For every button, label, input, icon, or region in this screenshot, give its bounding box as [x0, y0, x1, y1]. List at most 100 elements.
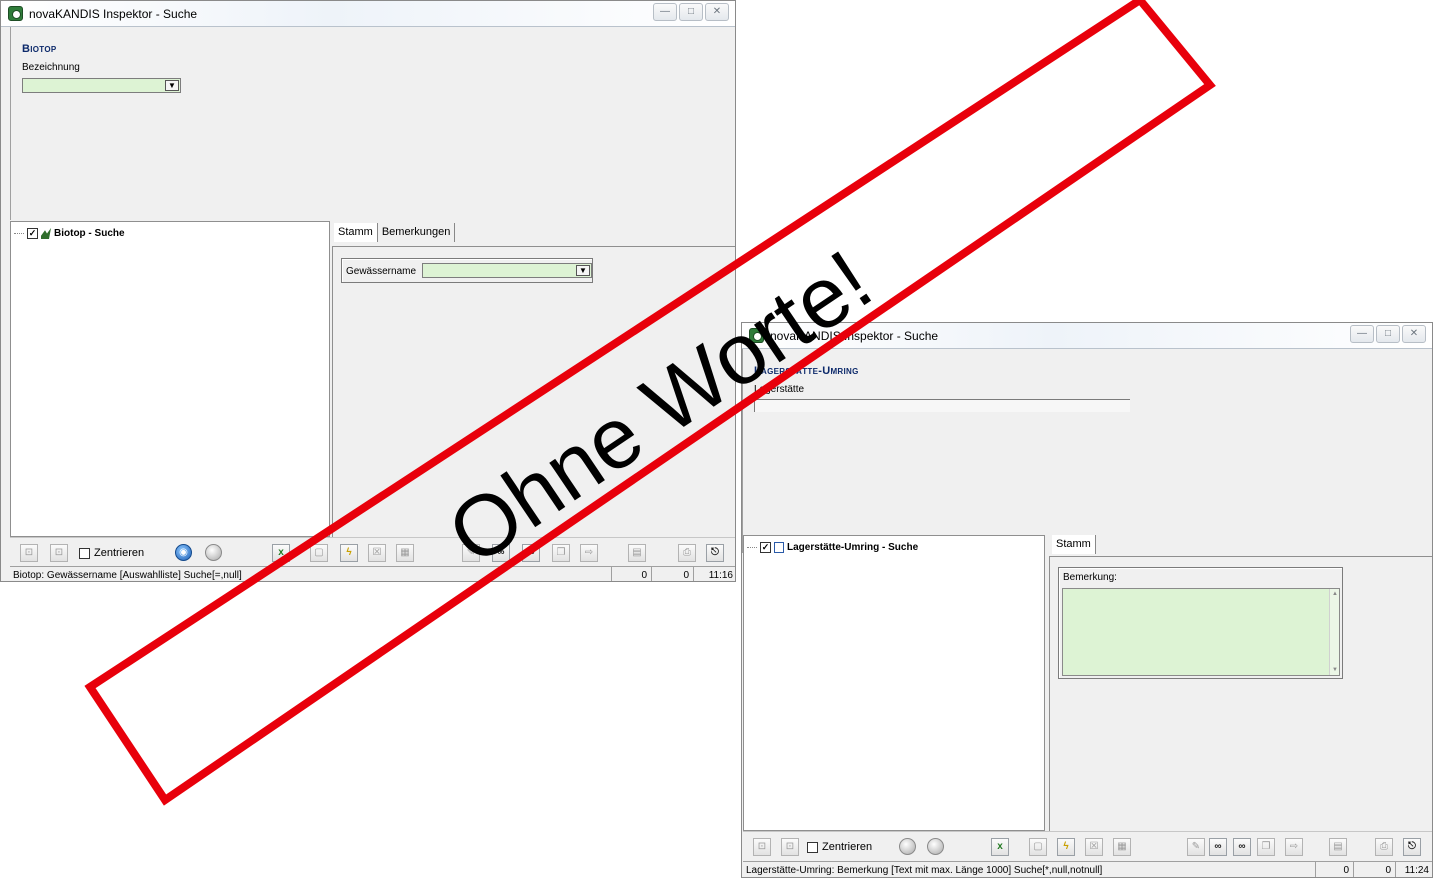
- bemerkung-label: Bemerkung:: [1063, 572, 1117, 583]
- inspector-window-lagerstaette: novaKANDIS Inspektor - Suche — □ ✕ Lager…: [741, 322, 1433, 878]
- save-icon[interactable]: ▤: [1329, 838, 1347, 856]
- maximize-button[interactable]: □: [679, 3, 703, 21]
- grid-icon[interactable]: ▦: [396, 544, 414, 562]
- chevron-down-icon[interactable]: ▼: [576, 265, 590, 276]
- scroll-down-icon[interactable]: ▼: [1332, 667, 1338, 673]
- textarea-scrollbar[interactable]: ▲ ▼: [1329, 589, 1339, 675]
- tab-strip: Stamm Bemerkungen: [334, 223, 456, 242]
- toolbar: ⊡ ⊡ Zentrieren ◉ x ▢ ϟ ☒ ▦ ✎ ∞ ∞ ❐ ⇨ ▤ ⎙…: [10, 537, 735, 567]
- lightning-icon[interactable]: ϟ: [1057, 838, 1075, 856]
- export-icon[interactable]: ⇨: [1285, 838, 1303, 856]
- excel-icon[interactable]: x: [991, 838, 1009, 856]
- zentrieren-checkbox[interactable]: [79, 547, 90, 559]
- gewaesser-label: Gewässername: [346, 266, 417, 277]
- chevron-down-icon[interactable]: ▼: [165, 80, 179, 91]
- app-icon: [749, 328, 764, 343]
- toolbar: ⊡ ⊡ Zentrieren x ▢ ϟ ☒ ▦ ✎ ∞ ∞ ❐ ⇨ ▤ ⎙ ⎋: [743, 831, 1432, 861]
- gewaesser-group: Gewässername ▼: [341, 258, 593, 283]
- binoculars-green-icon[interactable]: ∞: [1233, 838, 1251, 856]
- search-header-panel: Lagerstätte-Umring Lagerstätte: [742, 349, 1432, 553]
- lightning-icon[interactable]: ϟ: [340, 544, 358, 562]
- title-bar[interactable]: novaKANDIS Inspektor - Suche — □ ✕: [1, 1, 735, 27]
- globe-disabled-icon-2[interactable]: [927, 838, 944, 855]
- copy-icon[interactable]: ❐: [1257, 838, 1275, 856]
- print-icon[interactable]: ⎙: [678, 544, 696, 562]
- tab-strip: Stamm: [1052, 535, 1096, 554]
- pencil-icon[interactable]: ✎: [462, 544, 480, 562]
- zentrieren-toggle[interactable]: Zentrieren: [79, 547, 144, 559]
- zoom-in-icon[interactable]: ⊡: [20, 544, 38, 562]
- zentrieren-checkbox[interactable]: [807, 841, 818, 853]
- inspector-window-biotop: novaKANDIS Inspektor - Suche — □ ✕ Bioto…: [0, 0, 736, 582]
- window-title: novaKANDIS Inspektor - Suche: [770, 329, 939, 343]
- bezeichnung-combobox[interactable]: ▼: [22, 78, 181, 93]
- tree-node-label: Lagerstätte-Umring - Suche: [787, 542, 919, 553]
- save-icon[interactable]: ▤: [628, 544, 646, 562]
- delete-icon[interactable]: ☒: [368, 544, 386, 562]
- zoom-in-icon[interactable]: ⊡: [753, 838, 771, 856]
- new-document-icon[interactable]: ▢: [310, 544, 328, 562]
- globe-disabled-icon[interactable]: [205, 544, 222, 561]
- export-icon[interactable]: ⇨: [580, 544, 598, 562]
- pencil-icon[interactable]: ✎: [1187, 838, 1205, 856]
- status-bar: Biotop: Gewässername [Auswahlliste] Such…: [10, 566, 735, 581]
- zoom-out-icon[interactable]: ⊡: [781, 838, 799, 856]
- binoculars-green-icon[interactable]: ∞: [522, 544, 540, 562]
- new-document-icon[interactable]: ▢: [1029, 838, 1047, 856]
- window-controls: — □ ✕: [1350, 325, 1426, 343]
- copy-icon[interactable]: ❐: [552, 544, 570, 562]
- zentrieren-toggle[interactable]: Zentrieren: [807, 841, 872, 853]
- lagerstaette-label: Lagerstätte: [754, 384, 805, 395]
- exit-icon[interactable]: ⎋: [706, 544, 724, 562]
- tree-node-label: Biotop - Suche: [54, 228, 125, 239]
- status-count-1: 0: [611, 567, 651, 581]
- status-count-1: 0: [1315, 862, 1353, 877]
- search-header-panel: Biotop Bezeichnung ▼: [10, 27, 735, 220]
- globe-icon[interactable]: ◉: [175, 544, 192, 561]
- tree-connector: [14, 233, 24, 234]
- bemerkung-group: Bemerkung: ▲ ▼: [1058, 567, 1343, 679]
- scroll-up-icon[interactable]: ▲: [1332, 591, 1338, 597]
- status-time: 11:24: [1395, 862, 1432, 877]
- biotop-icon: [41, 228, 51, 239]
- status-text: Lagerstätte-Umring: Bemerkung [Text mit …: [746, 865, 1103, 876]
- lagerstaette-field[interactable]: [754, 399, 1130, 412]
- excel-icon[interactable]: x: [272, 544, 290, 562]
- status-count-2: 0: [1353, 862, 1395, 877]
- search-tree[interactable]: ✓ Biotop - Suche: [10, 221, 330, 537]
- app-icon: [8, 6, 23, 21]
- bemerkung-textarea[interactable]: ▲ ▼: [1062, 588, 1340, 676]
- delete-icon[interactable]: ☒: [1085, 838, 1103, 856]
- exit-icon[interactable]: ⎋: [1403, 838, 1421, 856]
- title-bar[interactable]: novaKANDIS Inspektor - Suche — □ ✕: [742, 323, 1432, 349]
- tab-stamm[interactable]: Stamm: [334, 223, 378, 242]
- binoculars-icon[interactable]: ∞: [1209, 838, 1227, 856]
- minimize-button[interactable]: —: [653, 3, 677, 21]
- search-tree[interactable]: ✓ Lagerstätte-Umring - Suche: [743, 535, 1045, 831]
- status-bar: Lagerstätte-Umring: Bemerkung [Text mit …: [743, 861, 1432, 877]
- binoculars-icon[interactable]: ∞: [492, 544, 510, 562]
- tab-content-stamm: Gewässername ▼: [332, 246, 735, 537]
- grid-icon[interactable]: ▦: [1113, 838, 1131, 856]
- gewaesser-combobox[interactable]: ▼: [422, 263, 592, 278]
- tab-bemerkungen[interactable]: Bemerkungen: [377, 223, 456, 242]
- zentrieren-label: Zentrieren: [822, 841, 873, 853]
- globe-disabled-icon[interactable]: [899, 838, 916, 855]
- tree-connector: [747, 547, 757, 548]
- zoom-out-icon[interactable]: ⊡: [50, 544, 68, 562]
- close-button[interactable]: ✕: [705, 3, 729, 21]
- window-title: novaKANDIS Inspektor - Suche: [29, 7, 198, 21]
- tree-node-biotop[interactable]: ✓ Biotop - Suche: [14, 228, 125, 239]
- tree-node-checkbox[interactable]: ✓: [760, 542, 771, 553]
- document-icon: [774, 542, 784, 553]
- tab-content-stamm: Bemerkung: ▲ ▼: [1049, 556, 1432, 831]
- bezeichnung-label: Bezeichnung: [22, 62, 80, 73]
- close-button[interactable]: ✕: [1402, 325, 1426, 343]
- minimize-button[interactable]: —: [1350, 325, 1374, 343]
- tree-node-checkbox[interactable]: ✓: [27, 228, 38, 239]
- maximize-button[interactable]: □: [1376, 325, 1400, 343]
- zentrieren-label: Zentrieren: [94, 547, 145, 559]
- tree-node-lagerstaette[interactable]: ✓ Lagerstätte-Umring - Suche: [747, 542, 918, 553]
- tab-stamm[interactable]: Stamm: [1052, 535, 1096, 554]
- print-icon[interactable]: ⎙: [1375, 838, 1393, 856]
